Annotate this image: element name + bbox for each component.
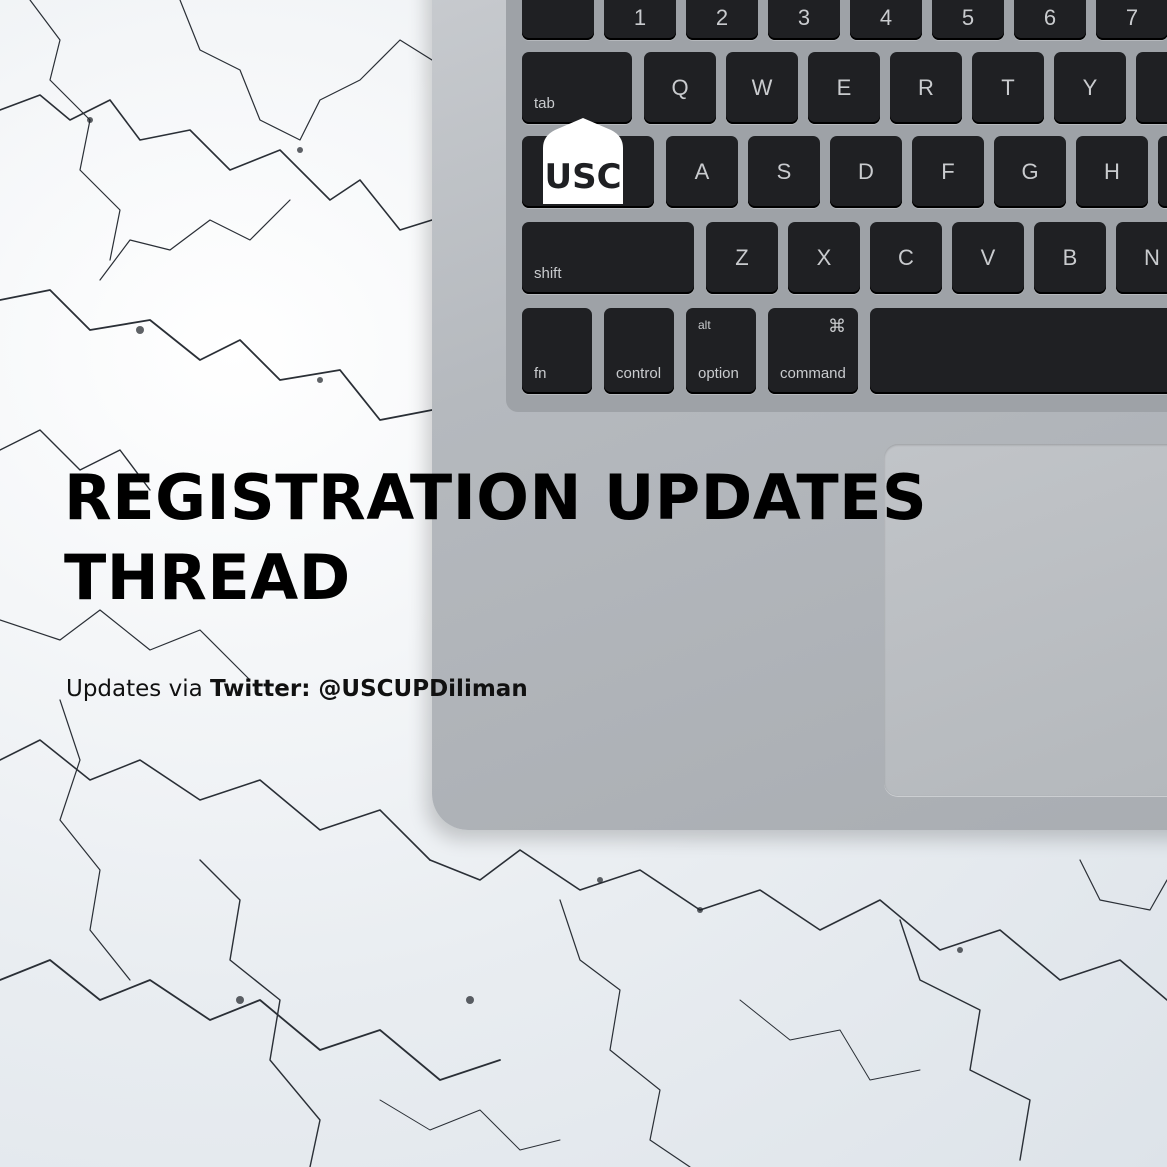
headline-line-2: THREAD (64, 541, 351, 614)
key-t: T (972, 52, 1044, 124)
key-h: H (1076, 136, 1148, 208)
key-5: 5 (932, 0, 1004, 40)
key-j (1158, 136, 1167, 208)
key-y: Y (1054, 52, 1126, 124)
key-control: control (604, 308, 674, 394)
key-x: X (788, 222, 860, 294)
headline-line-1: REGISTRATION UPDATES (64, 461, 928, 534)
key-fn: fn (522, 308, 592, 394)
key-n: N (1116, 222, 1167, 294)
credit-prefix: Updates via (66, 676, 203, 702)
key-q: Q (644, 52, 716, 124)
key-space (870, 308, 1167, 394)
key-w: W (726, 52, 798, 124)
key-6: 6 (1014, 0, 1086, 40)
key-d: D (830, 136, 902, 208)
key-7: 7 (1096, 0, 1167, 40)
key-4: 4 (850, 0, 922, 40)
key-c: C (870, 222, 942, 294)
key-command: ⌘ command (768, 308, 858, 394)
twitter-credit: Updates via Twitter: @USCUPDiliman (66, 676, 528, 702)
headline: REGISTRATION UPDATES THREAD (64, 458, 927, 618)
key-a: A (666, 136, 738, 208)
key-1: 1 (604, 0, 676, 40)
key-z: Z (706, 222, 778, 294)
key-shift: shift (522, 222, 694, 294)
graphic-canvas: 1 2 3 4 5 6 7 tab Q W E R T Y A S D F G … (0, 0, 1167, 1167)
key-e: E (808, 52, 880, 124)
key-v: V (952, 222, 1024, 294)
key-tab: tab (522, 52, 632, 124)
key-escape (522, 0, 594, 40)
usc-logo: USC (543, 118, 623, 204)
key-2: 2 (686, 0, 758, 40)
key-s: S (748, 136, 820, 208)
key-option: alt option (686, 308, 756, 394)
twitter-handle: Twitter: @USCUPDiliman (210, 676, 528, 702)
svg-text:USC: USC (544, 157, 621, 197)
key-u (1136, 52, 1167, 124)
key-g: G (994, 136, 1066, 208)
key-3: 3 (768, 0, 840, 40)
key-r: R (890, 52, 962, 124)
key-f: F (912, 136, 984, 208)
key-b: B (1034, 222, 1106, 294)
